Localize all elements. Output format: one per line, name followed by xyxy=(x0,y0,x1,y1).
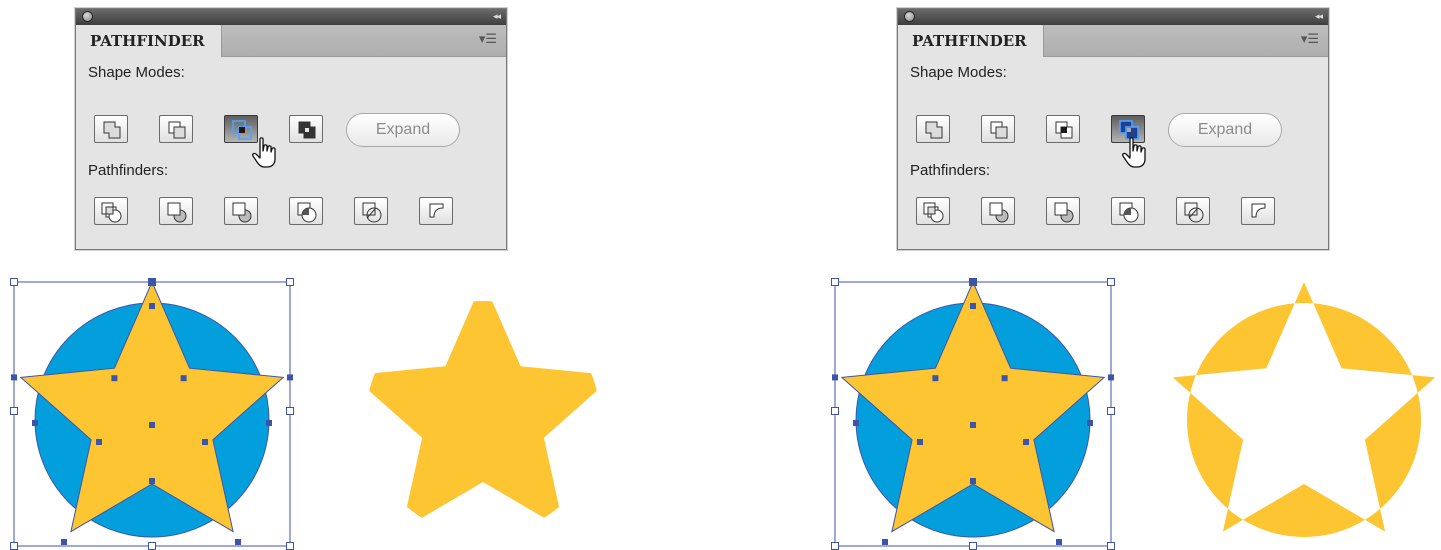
artwork-canvas xyxy=(10,278,1436,550)
exclude-result-circle-with-star-hole[interactable] xyxy=(1172,282,1436,537)
selected-shapes-left[interactable] xyxy=(20,281,284,538)
selected-shapes-right[interactable] xyxy=(841,281,1105,538)
intersect-result-star[interactable] xyxy=(352,280,614,530)
